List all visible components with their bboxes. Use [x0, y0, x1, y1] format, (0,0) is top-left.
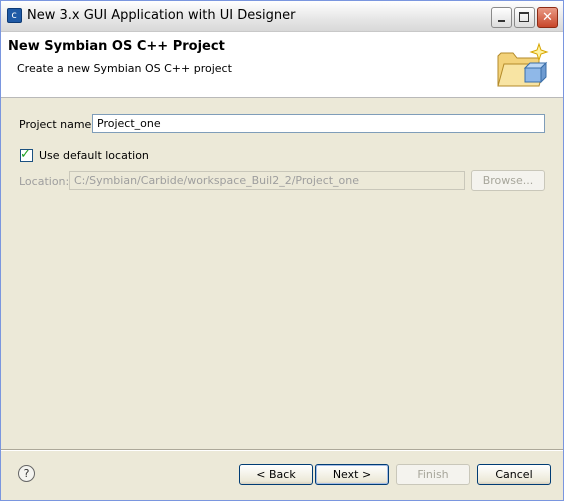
close-icon: ✕	[542, 10, 553, 25]
checkmark-icon: ✓	[20, 147, 31, 162]
use-default-location-label[interactable]: Use default location	[39, 149, 149, 162]
cancel-button[interactable]: Cancel	[477, 464, 551, 485]
back-button[interactable]: < Back	[239, 464, 313, 485]
project-name-label: Project name:	[19, 118, 96, 131]
help-icon[interactable]: ?	[18, 465, 35, 482]
minimize-icon	[498, 20, 505, 22]
maximize-icon	[519, 12, 529, 22]
maximize-button[interactable]	[514, 7, 535, 28]
project-name-input[interactable]	[92, 114, 545, 133]
window-title: New 3.x GUI Application with UI Designer	[27, 8, 296, 23]
use-default-location-checkbox[interactable]: ✓	[20, 147, 33, 162]
location-label: Location:	[19, 175, 70, 188]
next-button[interactable]: Next >	[315, 464, 389, 485]
page-title: New Symbian OS C++ Project	[8, 39, 225, 54]
page-description: Create a new Symbian OS C++ project	[17, 62, 232, 75]
footer-separator	[1, 449, 563, 451]
title-bar[interactable]: c New 3.x GUI Application with UI Design…	[1, 1, 563, 32]
finish-button[interactable]: Finish	[396, 464, 470, 485]
browse-button[interactable]: Browse...	[471, 170, 545, 191]
folder-sparkle-icon	[497, 42, 549, 87]
location-input[interactable]	[69, 171, 465, 190]
app-icon: c	[7, 8, 22, 23]
close-button[interactable]: ✕	[537, 7, 558, 28]
wizard-dialog: c New 3.x GUI Application with UI Design…	[0, 0, 564, 501]
minimize-button[interactable]	[491, 7, 512, 28]
wizard-header: New Symbian OS C++ Project Create a new …	[1, 32, 563, 98]
